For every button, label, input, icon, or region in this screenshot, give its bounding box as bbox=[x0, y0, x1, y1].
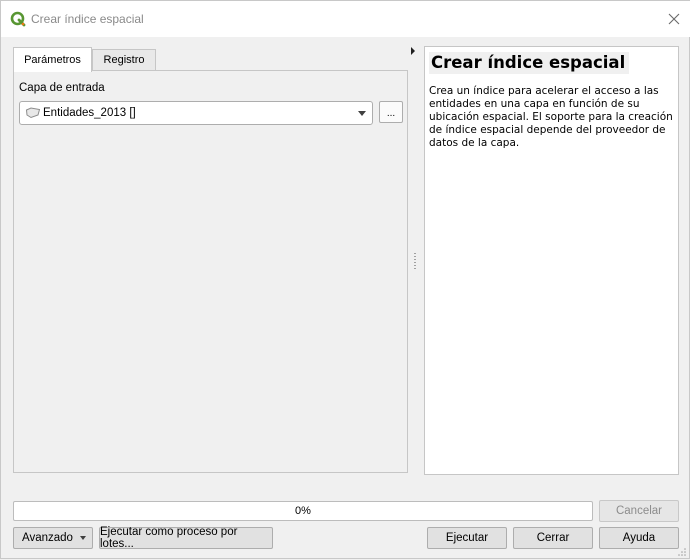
progress-bar: 0% bbox=[13, 501, 593, 521]
batch-process-button[interactable]: Ejecutar como proceso por lotes... bbox=[99, 526, 273, 550]
chevron-down-icon bbox=[80, 536, 86, 540]
parameters-panel: Capa de entrada Entidades_2013 [] ... bbox=[13, 70, 408, 473]
tab-registro[interactable]: Registro bbox=[92, 49, 156, 71]
resize-grip[interactable] bbox=[677, 546, 687, 556]
chevron-down-icon bbox=[358, 111, 366, 116]
help-title: Crear índice espacial bbox=[429, 52, 630, 74]
advanced-button[interactable]: Avanzado bbox=[13, 527, 93, 549]
advanced-label: Avanzado bbox=[22, 532, 73, 544]
tab-parametros[interactable]: Parámetros bbox=[13, 47, 92, 72]
input-layer-label: Capa de entrada bbox=[19, 82, 105, 94]
title-bar[interactable]: Crear índice espacial bbox=[1, 1, 690, 37]
splitter-handle[interactable] bbox=[414, 253, 416, 269]
input-layer-combo[interactable]: Entidades_2013 [] bbox=[19, 101, 373, 125]
help-description: Crea un índice para acelerar el acceso a… bbox=[429, 85, 673, 149]
run-button[interactable]: Ejecutar bbox=[427, 527, 507, 549]
cancel-button[interactable]: Cancelar bbox=[599, 500, 679, 522]
help-button[interactable]: Ayuda bbox=[599, 527, 679, 549]
collapse-help-arrow-icon[interactable] bbox=[411, 47, 415, 55]
help-panel: Crear índice espacial Crea un índice par… bbox=[424, 46, 679, 475]
algorithm-dialog: Crear índice espacial Parámetros Registr… bbox=[0, 0, 690, 559]
polygon-layer-icon bbox=[25, 107, 41, 122]
qgis-icon bbox=[10, 11, 26, 27]
close-button[interactable]: Cerrar bbox=[513, 527, 593, 549]
window-title: Crear índice espacial bbox=[31, 12, 144, 26]
close-icon[interactable] bbox=[661, 7, 687, 31]
input-layer-value: Entidades_2013 [] bbox=[43, 107, 136, 119]
browse-layer-button[interactable]: ... bbox=[379, 101, 403, 123]
progress-text: 0% bbox=[295, 505, 311, 517]
